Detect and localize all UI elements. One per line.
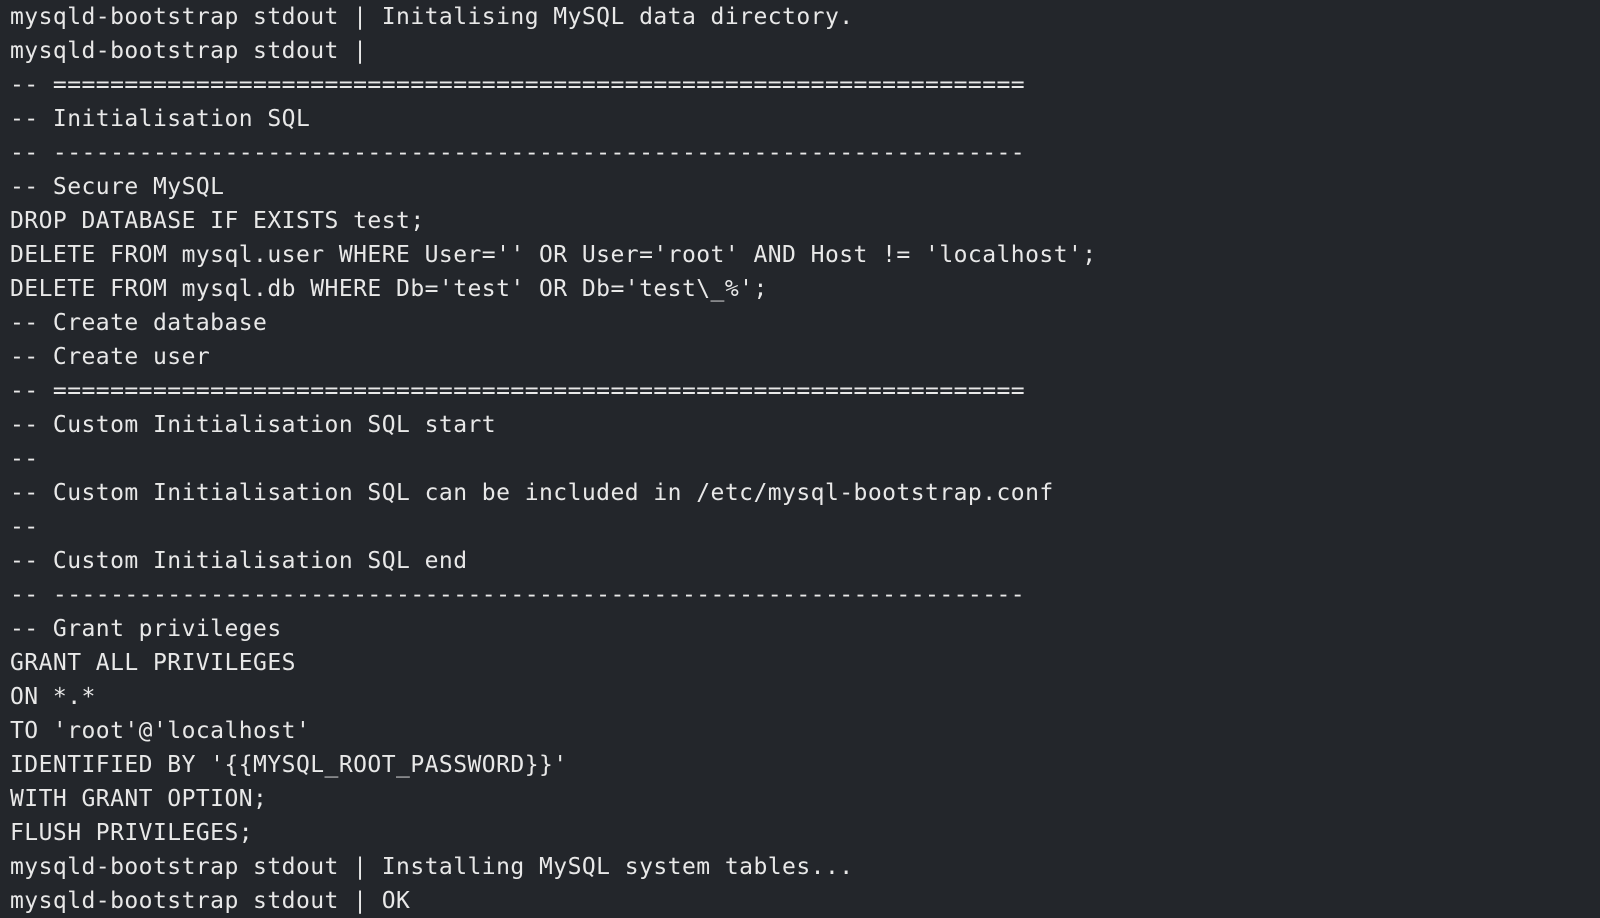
terminal-line: DELETE FROM mysql.db WHERE Db='test' OR …	[10, 276, 768, 302]
terminal-line: -- Custom Initialisation SQL end	[10, 548, 468, 574]
terminal-line: mysqld-bootstrap stdout | Initalising My…	[10, 4, 854, 30]
terminal-line: -- Secure MySQL	[10, 174, 225, 200]
terminal-line: -- -------------------------------------…	[10, 140, 1026, 166]
terminal-line: --	[10, 514, 39, 540]
terminal-line: -- =====================================…	[10, 378, 1026, 404]
terminal-line: ON *.*	[10, 684, 96, 710]
terminal-line: -- Create database	[10, 310, 268, 336]
terminal-line: TO 'root'@'localhost'	[10, 718, 311, 744]
terminal-line: -- -------------------------------------…	[10, 582, 1026, 608]
terminal-line: IDENTIFIED BY '{{MYSQL_ROOT_PASSWORD}}'	[10, 752, 568, 778]
terminal-line: DROP DATABASE IF EXISTS test;	[10, 208, 425, 234]
terminal-line: -- Custom Initialisation SQL start	[10, 412, 497, 438]
terminal-line: DELETE FROM mysql.user WHERE User='' OR …	[10, 242, 1097, 268]
terminal-line: mysqld-bootstrap stdout |	[10, 38, 368, 64]
terminal-line: -- =====================================…	[10, 72, 1026, 98]
terminal-line: --	[10, 446, 39, 472]
terminal-line: WITH GRANT OPTION;	[10, 786, 268, 812]
terminal-line: -- Initialisation SQL	[10, 106, 311, 132]
terminal-line: -- Custom Initialisation SQL can be incl…	[10, 480, 1054, 506]
terminal-line: GRANT ALL PRIVILEGES	[10, 650, 296, 676]
terminal-line: mysqld-bootstrap stdout | OK	[10, 888, 411, 914]
terminal-line: FLUSH PRIVILEGES;	[10, 820, 254, 846]
terminal-line: mysqld-bootstrap stdout | Installing MyS…	[10, 854, 854, 880]
terminal-line: -- Create user	[10, 344, 211, 370]
terminal-output: mysqld-bootstrap stdout | Initalising My…	[0, 0, 1600, 918]
terminal-line: -- Grant privileges	[10, 616, 282, 642]
